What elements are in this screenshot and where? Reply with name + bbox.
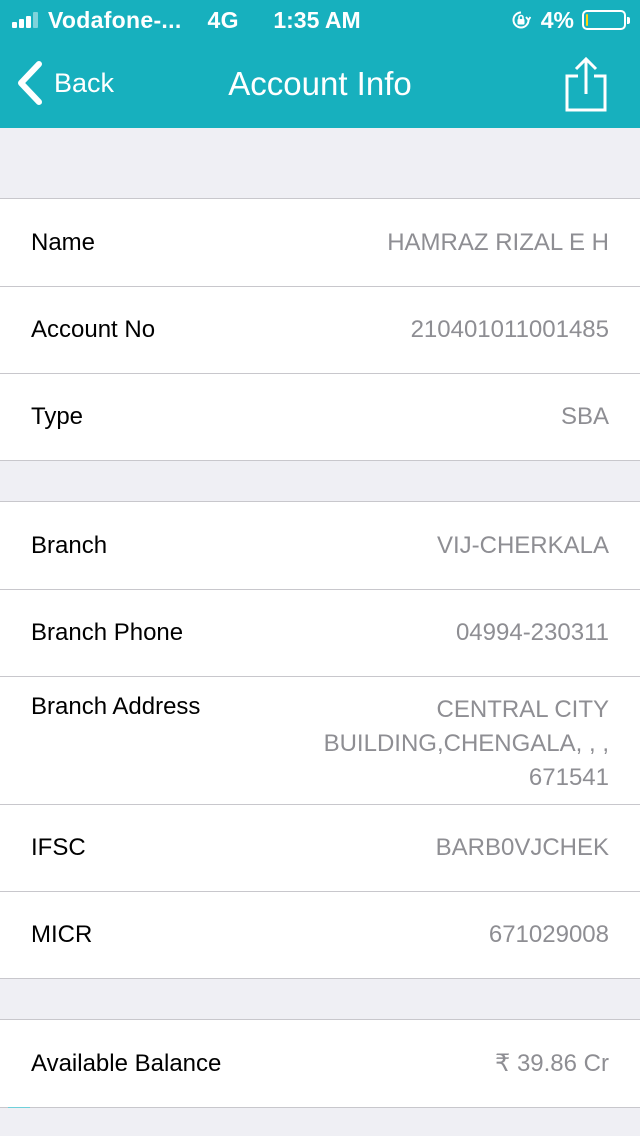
battery-percent: 4% xyxy=(540,6,574,33)
signal-strength-icon xyxy=(12,12,40,28)
account-no-value: 210401011001485 xyxy=(410,316,609,343)
status-bar: Vodafone-... 4G 1:35 AM 4% xyxy=(0,0,640,40)
balance-group: Available Balance ₹ 39.86 Cr xyxy=(0,1019,640,1108)
status-time: 1:35 AM xyxy=(273,7,361,33)
header: Vodafone-... 4G 1:35 AM 4% Back Account … xyxy=(0,0,640,128)
network-type: 4G xyxy=(207,6,239,33)
row-branch: Branch VIJ-CHERKALA xyxy=(0,502,640,590)
type-label: Type xyxy=(31,403,84,430)
branch-phone-label: Branch Phone xyxy=(31,619,184,646)
branch-value: VIJ-CHERKALA xyxy=(436,531,609,559)
row-type: Type SBA xyxy=(0,373,640,460)
back-label: Back xyxy=(54,67,115,98)
available-balance-value: ₹ 39.86 Cr xyxy=(495,1050,609,1077)
status-left: Vodafone-... 4G xyxy=(12,6,239,34)
row-separator-accent xyxy=(8,1107,30,1108)
share-icon xyxy=(565,56,607,112)
account-group: Name HAMRAZ RIZAL E H Account No 2104010… xyxy=(0,198,640,461)
row-branch-phone: Branch Phone 04994-230311 xyxy=(0,589,640,677)
branch-address-label: Branch Address xyxy=(31,693,201,720)
ifsc-label: IFSC xyxy=(31,834,86,861)
orientation-lock-icon xyxy=(512,11,531,29)
ifsc-value: BARB0VJCHEK xyxy=(435,834,609,861)
row-branch-address: Branch Address CENTRAL CITY BUILDING,CHE… xyxy=(0,676,640,805)
account-info-screen: Vodafone-... 4G 1:35 AM 4% Back Account … xyxy=(0,0,640,1136)
row-name: Name HAMRAZ RIZAL E H xyxy=(0,199,640,287)
battery-icon xyxy=(582,10,630,30)
row-micr: MICR 671029008 xyxy=(0,891,640,978)
carrier-name: Vodafone-... xyxy=(48,6,182,33)
type-value: SBA xyxy=(560,403,609,430)
row-account-no: Account No 210401011001485 xyxy=(0,286,640,374)
branch-address-value: CENTRAL CITY BUILDING,CHENGALA, , , 6715… xyxy=(323,696,609,791)
name-value: HAMRAZ RIZAL E H xyxy=(387,228,609,256)
account-details: Name HAMRAZ RIZAL E H Account No 2104010… xyxy=(0,128,640,1108)
branch-group: Branch VIJ-CHERKALA Branch Phone 04994-2… xyxy=(0,501,640,979)
account-no-label: Account No xyxy=(31,316,156,343)
micr-value: 671029008 xyxy=(488,921,609,948)
row-available-balance: Available Balance ₹ 39.86 Cr xyxy=(0,1020,640,1108)
share-button[interactable] xyxy=(562,56,610,114)
status-right: 4% xyxy=(511,6,630,34)
branch-phone-value: 04994-230311 xyxy=(455,619,609,646)
back-button[interactable]: Back xyxy=(14,58,114,108)
navigation-bar: Back Account Info xyxy=(0,40,640,128)
battery-level xyxy=(586,14,588,26)
micr-label: MICR xyxy=(31,921,93,948)
chevron-left-icon xyxy=(18,61,42,105)
branch-label: Branch xyxy=(31,531,108,559)
row-ifsc: IFSC BARB0VJCHEK xyxy=(0,804,640,892)
available-balance-label: Available Balance xyxy=(31,1049,222,1077)
name-label: Name xyxy=(31,228,96,256)
